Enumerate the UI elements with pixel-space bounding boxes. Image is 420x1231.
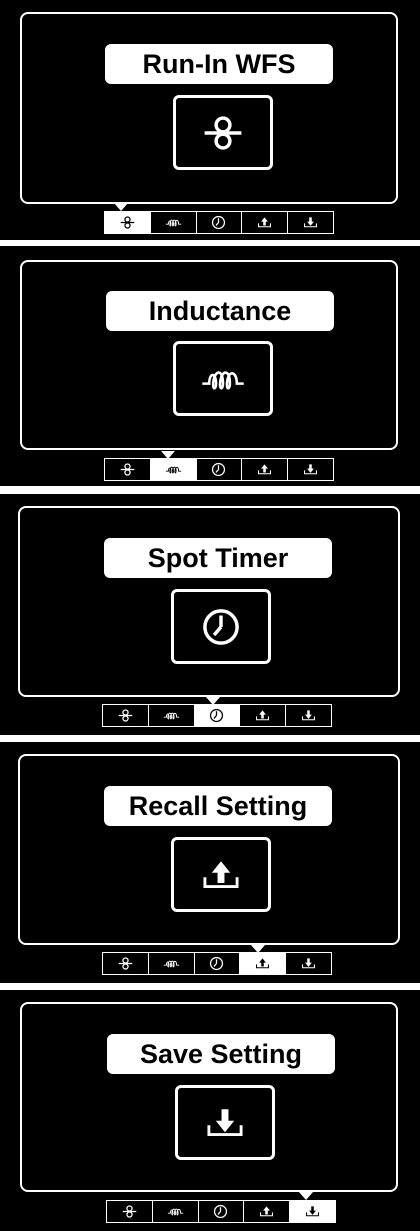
settings-screen-panel: Recall Setting	[0, 742, 420, 983]
function-tab-bar	[104, 211, 334, 234]
inductance-coil-icon	[165, 466, 181, 474]
function-tab[interactable]	[150, 459, 197, 480]
function-tab[interactable]	[151, 212, 197, 233]
wire-feed-icon	[122, 1205, 137, 1218]
wire-feed-icon	[118, 709, 133, 722]
function-tab[interactable]	[105, 459, 151, 480]
function-tab[interactable]	[197, 212, 243, 233]
screen-title: Spot Timer	[104, 538, 332, 578]
selection-pointer	[299, 1192, 313, 1200]
wire-feed-icon	[120, 216, 135, 229]
function-tab-bar	[102, 952, 332, 975]
settings-screen-panel: Run-In WFS	[0, 0, 420, 240]
function-tab[interactable]	[194, 705, 241, 726]
function-tab[interactable]	[286, 705, 331, 726]
wire-feed-icon	[120, 463, 135, 476]
function-tab[interactable]	[153, 1201, 199, 1222]
clock-icon	[212, 462, 226, 477]
save-download-icon	[302, 958, 316, 969]
function-tab-bar	[104, 458, 334, 481]
screen-title: Run-In WFS	[105, 44, 333, 84]
settings-screen-panel: Save Setting	[0, 990, 420, 1231]
function-tab[interactable]	[149, 705, 195, 726]
save-download-icon	[302, 710, 316, 721]
inductance-coil-icon	[202, 370, 244, 389]
selection-pointer	[114, 203, 128, 211]
settings-screen-panel: Inductance	[0, 246, 420, 486]
function-icon-box	[175, 1085, 275, 1160]
function-tab-bar	[106, 1200, 336, 1223]
settings-screen-panel: Spot Timer	[0, 494, 420, 735]
function-tab[interactable]	[290, 1201, 335, 1222]
function-tab[interactable]	[197, 459, 243, 480]
inductance-coil-icon	[163, 712, 179, 720]
inductance-coil-icon	[165, 219, 181, 227]
function-tab[interactable]	[240, 953, 287, 974]
recall-upload-icon	[260, 1206, 274, 1217]
function-tab[interactable]	[240, 705, 287, 726]
recall-upload-icon	[258, 464, 272, 475]
recall-upload-icon	[256, 958, 270, 969]
save-download-icon	[306, 1206, 320, 1217]
clock-icon	[203, 608, 239, 645]
screen-title: Save Setting	[107, 1034, 335, 1074]
save-download-icon	[304, 464, 318, 475]
recall-upload-icon	[256, 710, 270, 721]
recall-upload-icon	[258, 217, 272, 228]
function-icon-box	[171, 837, 271, 912]
wire-feed-icon	[204, 115, 242, 150]
clock-icon	[214, 1204, 228, 1219]
function-tab[interactable]	[103, 953, 149, 974]
recall-upload-icon	[203, 860, 239, 888]
function-tab[interactable]	[242, 212, 289, 233]
save-download-icon	[207, 1108, 243, 1136]
clock-icon	[212, 215, 226, 230]
inductance-coil-icon	[163, 960, 179, 968]
screen-title: Inductance	[106, 291, 334, 331]
function-tab-bar	[102, 704, 332, 727]
save-download-icon	[304, 217, 318, 228]
function-icon-box	[171, 589, 271, 664]
function-icon-box	[173, 95, 273, 170]
function-tab[interactable]	[288, 459, 333, 480]
function-tab[interactable]	[103, 705, 149, 726]
wire-feed-icon	[118, 957, 133, 970]
function-tab[interactable]	[286, 953, 331, 974]
inductance-coil-icon	[167, 1208, 183, 1216]
function-tab[interactable]	[105, 212, 151, 233]
screen-title: Recall Setting	[104, 786, 332, 826]
function-icon-box	[173, 341, 273, 416]
clock-icon	[210, 956, 224, 971]
function-tab[interactable]	[107, 1201, 153, 1222]
function-tab[interactable]	[244, 1201, 291, 1222]
function-tab[interactable]	[149, 953, 195, 974]
function-tab[interactable]	[288, 212, 333, 233]
function-tab[interactable]	[199, 1201, 245, 1222]
function-tab[interactable]	[242, 459, 289, 480]
function-tab[interactable]	[195, 953, 241, 974]
clock-icon	[210, 708, 224, 723]
